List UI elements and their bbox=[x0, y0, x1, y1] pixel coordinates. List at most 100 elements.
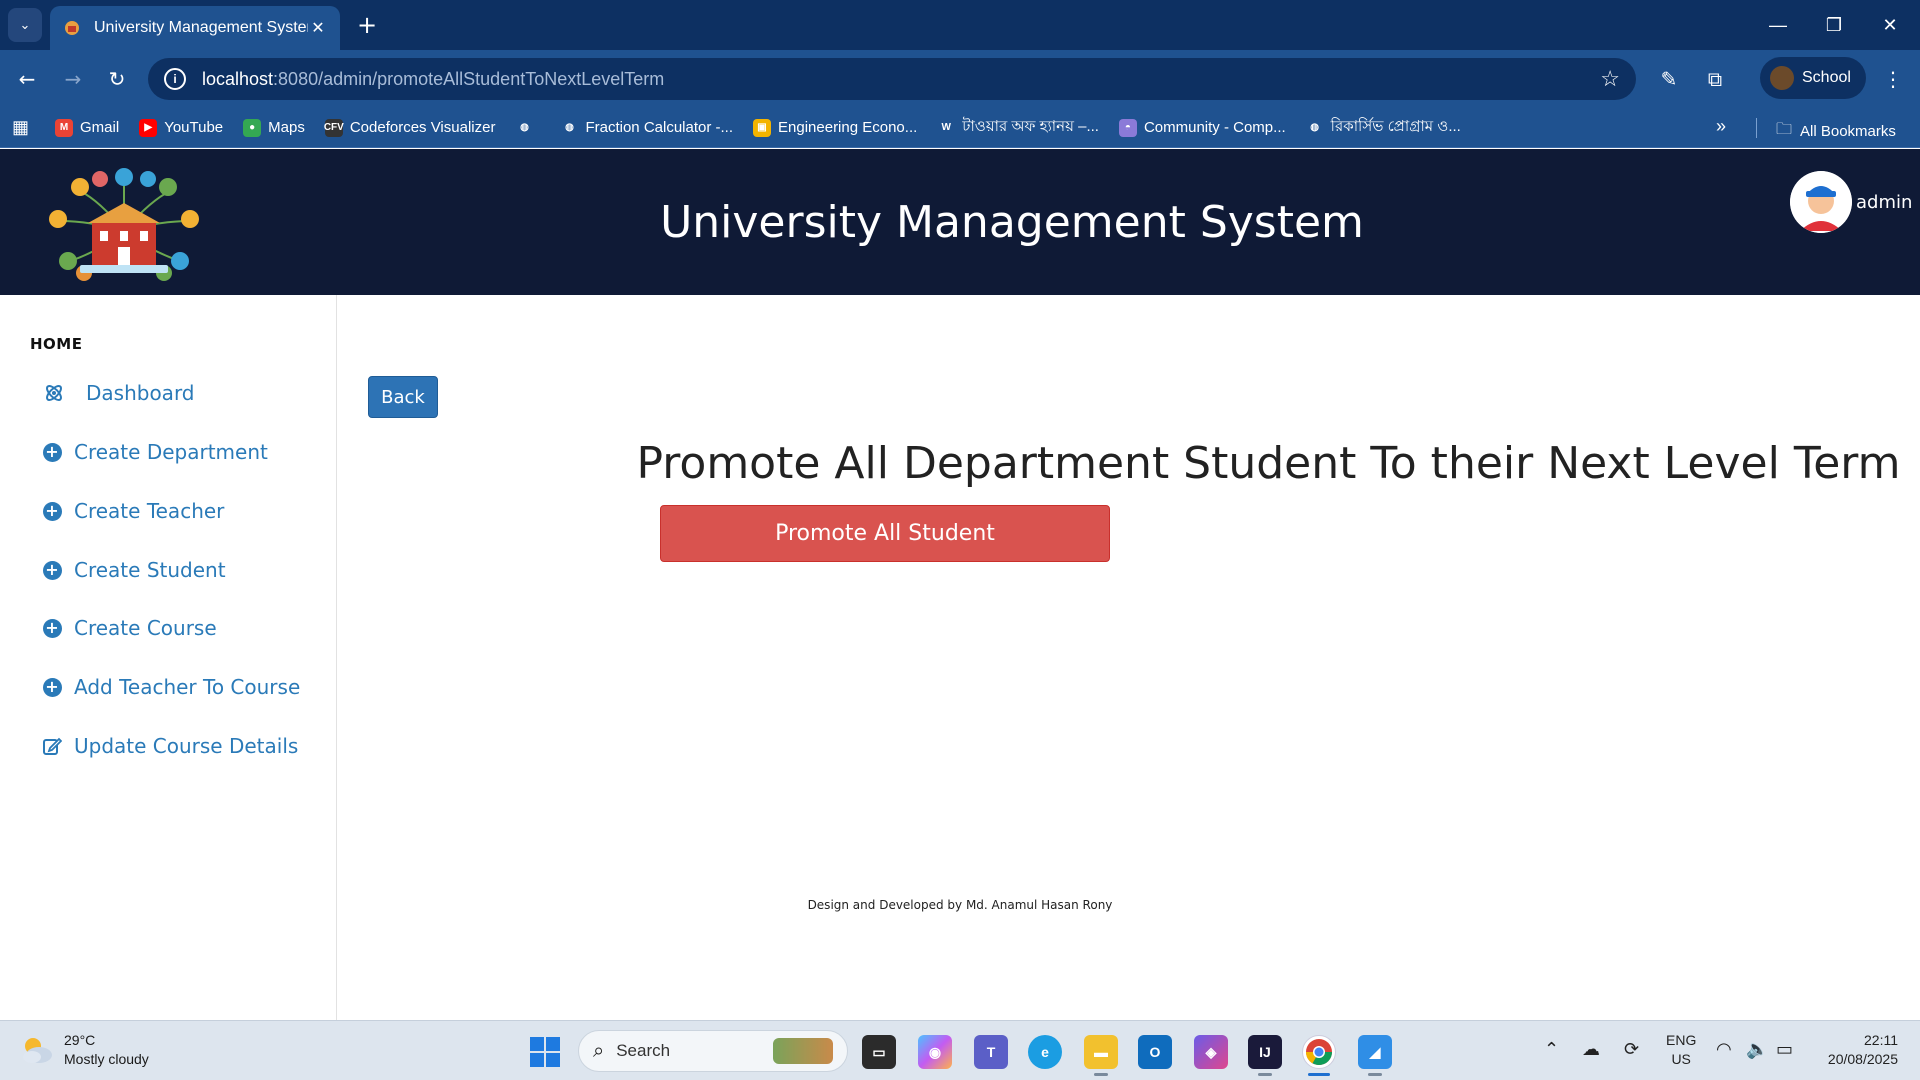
photos-icon[interactable]: ◢ bbox=[1358, 1035, 1392, 1069]
bookmark-item[interactable]: M Gmail bbox=[55, 118, 120, 137]
back-button[interactable]: Back bbox=[368, 376, 438, 418]
bookmark-item[interactable]: ◍ Fraction Calculator -... bbox=[560, 118, 734, 137]
windows-start-icon[interactable] bbox=[530, 1037, 560, 1067]
bookmark-item[interactable]: ● Maps bbox=[243, 118, 305, 137]
file-explorer-icon[interactable]: ▬ bbox=[1084, 1035, 1118, 1069]
sidebar-section-home: HOME bbox=[30, 335, 83, 353]
edit-icon bbox=[42, 736, 62, 756]
restore-button[interactable]: ❐ bbox=[1806, 0, 1862, 50]
bookmark-item[interactable]: ▶ YouTube bbox=[139, 118, 223, 137]
site-info-icon[interactable]: i bbox=[164, 68, 186, 90]
more-bookmarks-icon[interactable]: » bbox=[1716, 116, 1726, 137]
forward-arrow-icon[interactable]: → bbox=[56, 62, 90, 96]
intellij-icon[interactable]: IJ bbox=[1248, 1035, 1282, 1069]
maps-icon: ● bbox=[243, 118, 262, 137]
sidebar-item-label: Create Teacher bbox=[74, 499, 225, 523]
bookmark-item[interactable]: W টাওয়ার অফ হ্যানয় –... bbox=[937, 115, 1099, 140]
avatar bbox=[1790, 171, 1852, 233]
minimize-button[interactable]: — bbox=[1750, 0, 1806, 50]
chrome-icon[interactable] bbox=[1302, 1035, 1336, 1069]
all-bookmarks-label: All Bookmarks bbox=[1800, 123, 1896, 140]
tab-close-icon[interactable]: ✕ bbox=[308, 18, 328, 38]
running-indicator bbox=[1258, 1073, 1272, 1076]
app-header: University Management System admin bbox=[0, 149, 1920, 295]
sidebar-item-create-student[interactable]: + Create Student bbox=[42, 558, 226, 582]
taskbar-search[interactable]: ⌕ Search bbox=[578, 1030, 848, 1072]
browser-toolbar: ← → ↻ i localhost:8080/admin/promoteAllS… bbox=[0, 50, 1920, 108]
close-window-button[interactable]: ✕ bbox=[1862, 0, 1918, 50]
community-icon: ◓ bbox=[1118, 118, 1137, 137]
bookmark-label: Fraction Calculator -... bbox=[585, 119, 734, 136]
sidebar-item-create-teacher[interactable]: + Create Teacher bbox=[42, 499, 224, 523]
tab-favicon-icon bbox=[62, 18, 82, 38]
all-bookmarks-button[interactable]: 🗀 All Bookmarks bbox=[1776, 118, 1896, 145]
running-indicator bbox=[1368, 1073, 1382, 1076]
search-highlight-image bbox=[773, 1038, 833, 1064]
temperature: 29°C bbox=[64, 1032, 96, 1048]
bookmark-label: Gmail bbox=[80, 119, 120, 136]
apps-grid-icon[interactable]: ▦ bbox=[12, 117, 29, 138]
tab-search-button[interactable]: ⌄ bbox=[8, 8, 42, 42]
task-view-icon[interactable]: ▭ bbox=[862, 1035, 896, 1069]
onedrive-icon[interactable]: ☁ bbox=[1582, 1039, 1600, 1060]
m365-icon[interactable]: ◈ bbox=[1194, 1035, 1228, 1069]
system-clock[interactable]: 22:11 20/08/2025 bbox=[1808, 1031, 1898, 1069]
promote-all-student-button[interactable]: Promote All Student bbox=[660, 505, 1110, 562]
bookmark-label: রিকার্সিভ প্রোগ্রাম ও... bbox=[1330, 118, 1461, 135]
bookmark-item[interactable]: ▣ Engineering Econo... bbox=[753, 118, 917, 137]
bookmarks-bar: ▦ M Gmail ▶ YouTube ● Maps CFV Codeforces Visua… bbox=[0, 108, 1920, 148]
bookmark-item[interactable]: ◍ bbox=[515, 118, 540, 137]
sidebar-item-label: Create Student bbox=[74, 558, 226, 582]
active-indicator bbox=[1308, 1073, 1330, 1076]
teams-icon[interactable]: T bbox=[974, 1035, 1008, 1069]
address-bar[interactable]: i localhost:8080/admin/promoteAllStudent… bbox=[148, 58, 1636, 100]
search-icon: ⌕ bbox=[593, 1039, 605, 1062]
sync-icon[interactable]: ⟳ bbox=[1624, 1039, 1639, 1060]
plus-circle-icon: + bbox=[42, 618, 62, 638]
sidebar-item-dashboard[interactable]: Dashboard bbox=[44, 381, 195, 405]
new-tab-button[interactable]: + bbox=[352, 10, 382, 40]
bookmark-label: টাওয়ার অফ হ্যানয় –... bbox=[962, 118, 1099, 135]
browser-tab-bar: ⌄ University Management System ✕ + — ❐ ✕ bbox=[0, 0, 1920, 50]
sidebar-item-update-course-details[interactable]: Update Course Details bbox=[42, 734, 298, 758]
extensions-icon[interactable]: ⧉ bbox=[1700, 64, 1730, 94]
profile-button[interactable]: School bbox=[1760, 57, 1866, 99]
youtube-icon: ▶ bbox=[139, 118, 158, 137]
bookmark-item[interactable]: CFV Codeforces Visualizer bbox=[324, 118, 495, 137]
volume-icon[interactable]: 🔈 bbox=[1746, 1039, 1768, 1060]
language-indicator[interactable]: ENG US bbox=[1666, 1031, 1696, 1069]
sidebar-item-create-course[interactable]: + Create Course bbox=[42, 616, 217, 640]
battery-icon[interactable]: ▭ bbox=[1776, 1039, 1793, 1060]
sidebar-item-label: Update Course Details bbox=[74, 734, 299, 758]
bookmark-item[interactable]: ◍ রিকার্সিভ প্রোগ্রাম ও... bbox=[1305, 115, 1461, 140]
weather-widget[interactable]: 29°C Mostly cloudy bbox=[20, 1031, 149, 1069]
user-menu[interactable]: admin bbox=[1790, 171, 1912, 233]
url-path: :8080/admin/promoteAllStudentToNextLevel… bbox=[273, 68, 665, 89]
edge-icon[interactable]: e bbox=[1028, 1035, 1062, 1069]
chevron-up-icon[interactable]: ⌃ bbox=[1544, 1039, 1559, 1060]
chevron-down-icon: ⌄ bbox=[19, 17, 31, 33]
bookmarks-divider bbox=[1756, 118, 1757, 138]
tab-title: University Management System bbox=[94, 19, 308, 36]
globe-icon: ◍ bbox=[515, 118, 534, 137]
clock-date: 20/08/2025 bbox=[1827, 1051, 1898, 1067]
dashboard-icon bbox=[44, 383, 64, 403]
more-menu-icon[interactable]: ⋮ bbox=[1878, 64, 1908, 94]
search-placeholder: Search bbox=[616, 1041, 671, 1060]
copilot-icon[interactable]: ◉ bbox=[918, 1035, 952, 1069]
browser-tab-active[interactable]: University Management System ✕ bbox=[50, 6, 340, 50]
weather-text: Mostly cloudy bbox=[64, 1051, 149, 1067]
sidebar-item-create-department[interactable]: + Create Department bbox=[42, 440, 268, 464]
back-arrow-icon[interactable]: ← bbox=[10, 62, 44, 96]
eyedropper-icon[interactable]: ✎ bbox=[1654, 64, 1684, 94]
reload-icon[interactable]: ↻ bbox=[100, 62, 134, 96]
plus-circle-icon: + bbox=[42, 501, 62, 521]
wifi-icon[interactable]: ◠ bbox=[1716, 1039, 1732, 1060]
folder-icon: 🗀 bbox=[1776, 121, 1793, 138]
bookmark-item[interactable]: ◓ Community - Comp... bbox=[1118, 118, 1286, 137]
gmail-icon: M bbox=[55, 118, 74, 137]
page-title: Promote All Department Student To their … bbox=[636, 438, 1901, 489]
sidebar-item-add-teacher-to-course[interactable]: + Add Teacher To Course bbox=[42, 675, 300, 699]
outlook-icon[interactable]: O bbox=[1138, 1035, 1172, 1069]
bookmark-star-icon[interactable]: ☆ bbox=[1600, 66, 1620, 92]
